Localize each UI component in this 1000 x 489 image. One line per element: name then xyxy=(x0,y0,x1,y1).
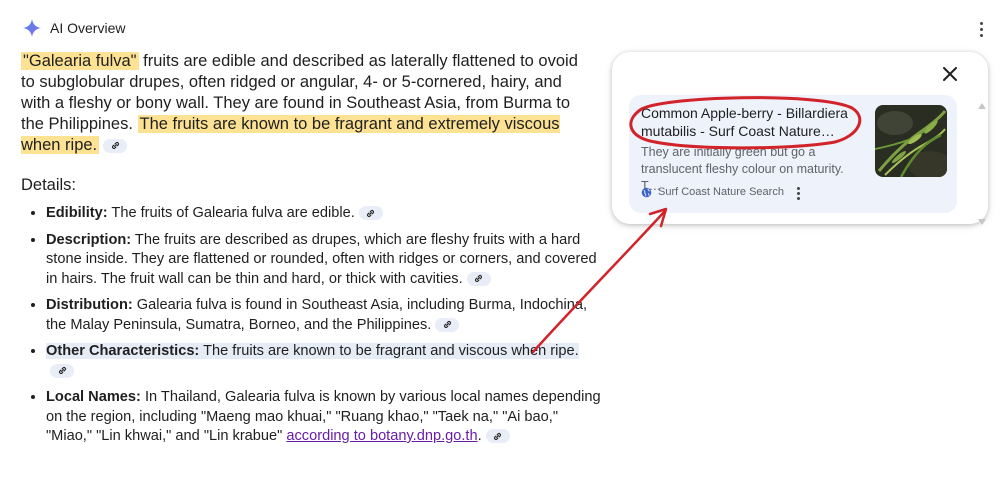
scroll-up-icon[interactable] xyxy=(977,97,987,109)
result-site-name: Surf Coast Nature Search xyxy=(658,186,784,198)
globe-icon xyxy=(641,187,652,197)
details-list: Edibility: The fruits of Galearia fulva … xyxy=(24,204,602,454)
source-link[interactable]: according to botany.dnp.go.th xyxy=(286,428,477,444)
source-link-chip[interactable] xyxy=(435,317,460,332)
detail-text: The fruits are known to be fragrant and … xyxy=(199,343,579,359)
detail-term: Description: xyxy=(46,231,132,248)
link-icon xyxy=(111,142,119,150)
link-icon xyxy=(494,432,502,440)
ai-overview-title: AI Overview xyxy=(50,20,126,36)
list-item: Local Names: In Thailand, Galearia fulva… xyxy=(46,388,602,447)
source-link-chip[interactable] xyxy=(103,138,128,153)
result-site[interactable]: Surf Coast Nature Search xyxy=(641,186,784,198)
source-link-chip[interactable] xyxy=(358,206,383,221)
list-item: Distribution: Galearia fulva is found in… xyxy=(46,296,602,335)
more-vert-icon[interactable] xyxy=(972,18,990,40)
source-link-chip-active[interactable] xyxy=(50,363,74,378)
detail-term: Local Names: xyxy=(46,389,141,405)
detail-text: The fruits of Galearia fulva are edible. xyxy=(107,205,355,221)
details-heading: Details: xyxy=(21,176,77,194)
result-title[interactable]: Common Apple-berry - Billardiera mutabil… xyxy=(641,104,863,140)
result-more-icon[interactable] xyxy=(793,186,803,200)
link-icon xyxy=(475,275,483,283)
detail-term: Distribution: xyxy=(46,297,133,313)
result-thumbnail[interactable] xyxy=(875,105,947,177)
link-icon xyxy=(367,209,375,217)
source-link-chip[interactable] xyxy=(485,429,510,444)
list-item: Other Characteristics: The fruits are kn… xyxy=(46,342,602,381)
scroll-down-icon[interactable] xyxy=(977,213,987,225)
ai-overview-header: AI Overview xyxy=(22,16,125,40)
link-icon xyxy=(58,367,66,375)
list-item: Edibility: The fruits of Galearia fulva … xyxy=(46,204,602,224)
source-link-chip[interactable] xyxy=(466,271,491,286)
detail-term: Other Characteristics: xyxy=(46,343,200,359)
link-icon xyxy=(443,321,451,329)
close-icon[interactable] xyxy=(940,64,960,84)
highlight-start: "Galearia fulva" xyxy=(21,52,139,70)
list-item: Description: The fruits are described as… xyxy=(46,231,602,290)
sparkle-icon xyxy=(23,19,41,37)
overview-paragraph: "Galearia fulva" fruits are edible and d… xyxy=(21,51,581,156)
detail-term: Edibility: xyxy=(46,205,108,221)
detail-text-end: . xyxy=(477,428,482,444)
selected-text: Other Characteristics: The fruits are kn… xyxy=(46,343,579,359)
